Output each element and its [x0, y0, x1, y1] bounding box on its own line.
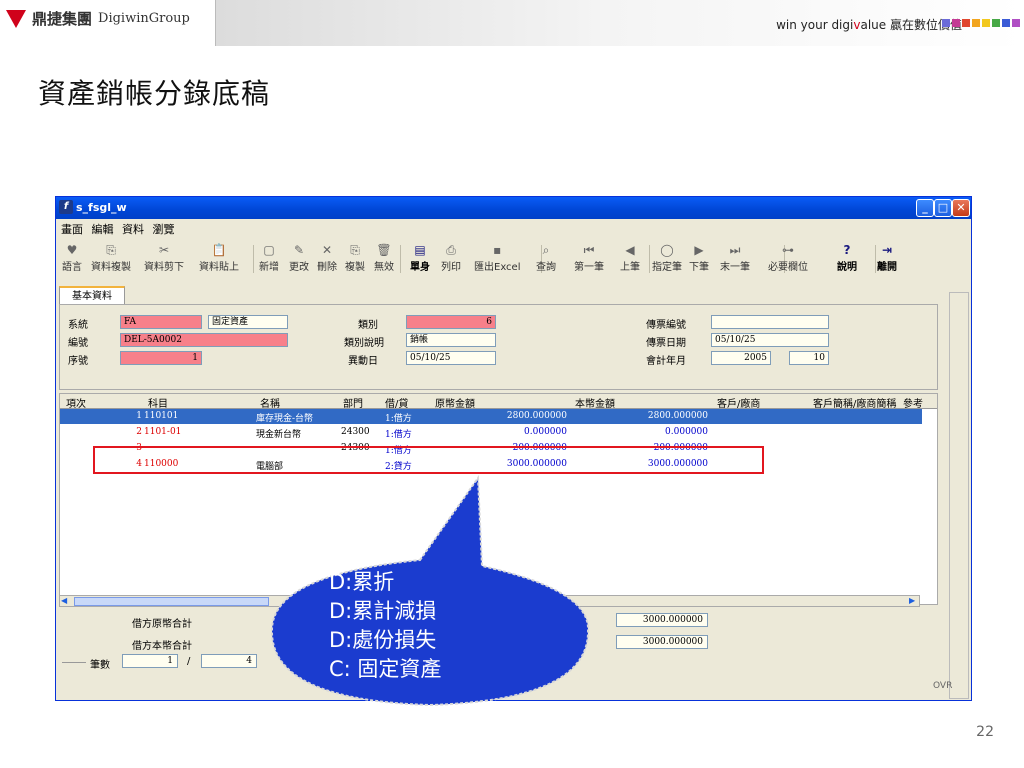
callout-bubble	[270, 475, 590, 707]
callout-line-4: C: 固定資產	[329, 657, 442, 681]
callout-text: D:累折 D:累計減損 D:處份損失 C: 固定資產	[329, 568, 441, 684]
callout-line-1: D:累折	[329, 570, 395, 594]
callout-line-2: D:累計減損	[329, 599, 437, 623]
callout-line-3: D:處份損失	[329, 628, 437, 652]
